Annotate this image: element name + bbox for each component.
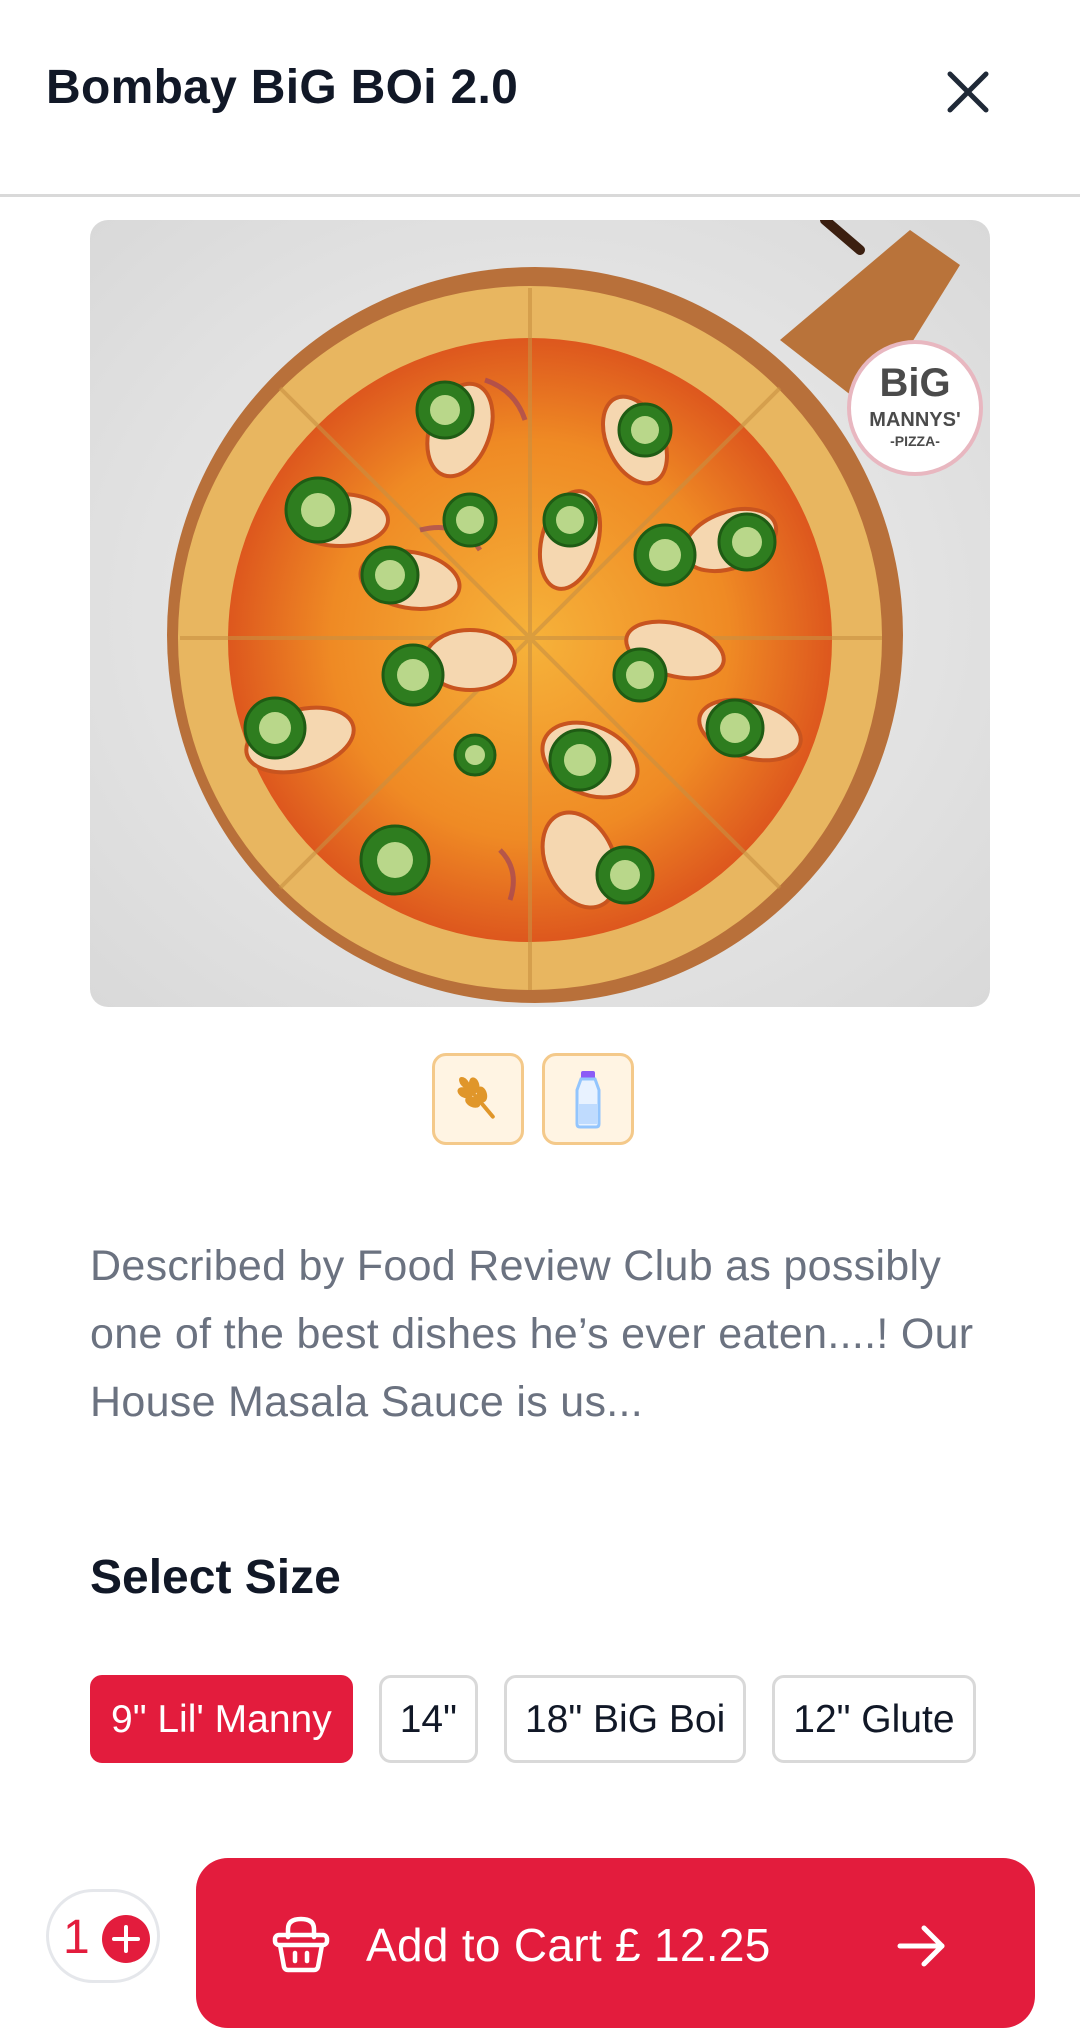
logo-text-mannys: MANNYS' — [869, 409, 960, 431]
milk-bottle-icon — [575, 1071, 601, 1129]
bottom-bar: 1 Add to Cart £ 12.25 — [0, 1850, 1080, 2028]
size-option-14[interactable]: 14" — [378, 1675, 478, 1763]
modal-header: Bombay BiG BOi 2.0 — [0, 0, 1080, 197]
select-size-heading: Select Size — [90, 1551, 341, 1604]
add-to-cart-label: Add to Cart £ 12.25 — [366, 1919, 771, 1971]
add-to-cart-button[interactable]: Add to Cart £ 12.25 — [196, 1858, 1035, 2028]
close-icon[interactable] — [940, 64, 996, 120]
brand-logo: BiG MANNYS' -PIZZA- — [847, 340, 983, 476]
gluten-badge — [432, 1053, 524, 1145]
page-title: Bombay BiG BOi 2.0 — [46, 61, 519, 114]
quantity-stepper: 1 — [46, 1889, 160, 1983]
size-option-9[interactable]: 9" Lil' Manny — [90, 1675, 353, 1763]
quantity-value: 1 — [63, 1911, 90, 1964]
size-option-12-gluten-free[interactable]: 12" Glute — [772, 1675, 976, 1763]
size-options: 9" Lil' Manny 14" 18" BiG Boi 12" Glute — [90, 1675, 990, 1765]
plus-icon[interactable] — [101, 1914, 151, 1964]
dietary-badges — [432, 1053, 634, 1145]
product-description: Described by Food Review Club as possibl… — [90, 1242, 974, 1426]
logo-text-pizza: -PIZZA- — [890, 433, 940, 449]
size-option-18[interactable]: 18" BiG Boi — [503, 1675, 747, 1763]
milk-badge — [542, 1053, 634, 1145]
product-image: BiG MANNYS' -PIZZA- — [90, 220, 990, 1007]
basket-icon — [272, 1916, 330, 1973]
logo-text-big: BiG — [879, 361, 950, 405]
arrow-right-icon — [897, 1925, 945, 1967]
wheat-icon — [457, 1076, 495, 1119]
